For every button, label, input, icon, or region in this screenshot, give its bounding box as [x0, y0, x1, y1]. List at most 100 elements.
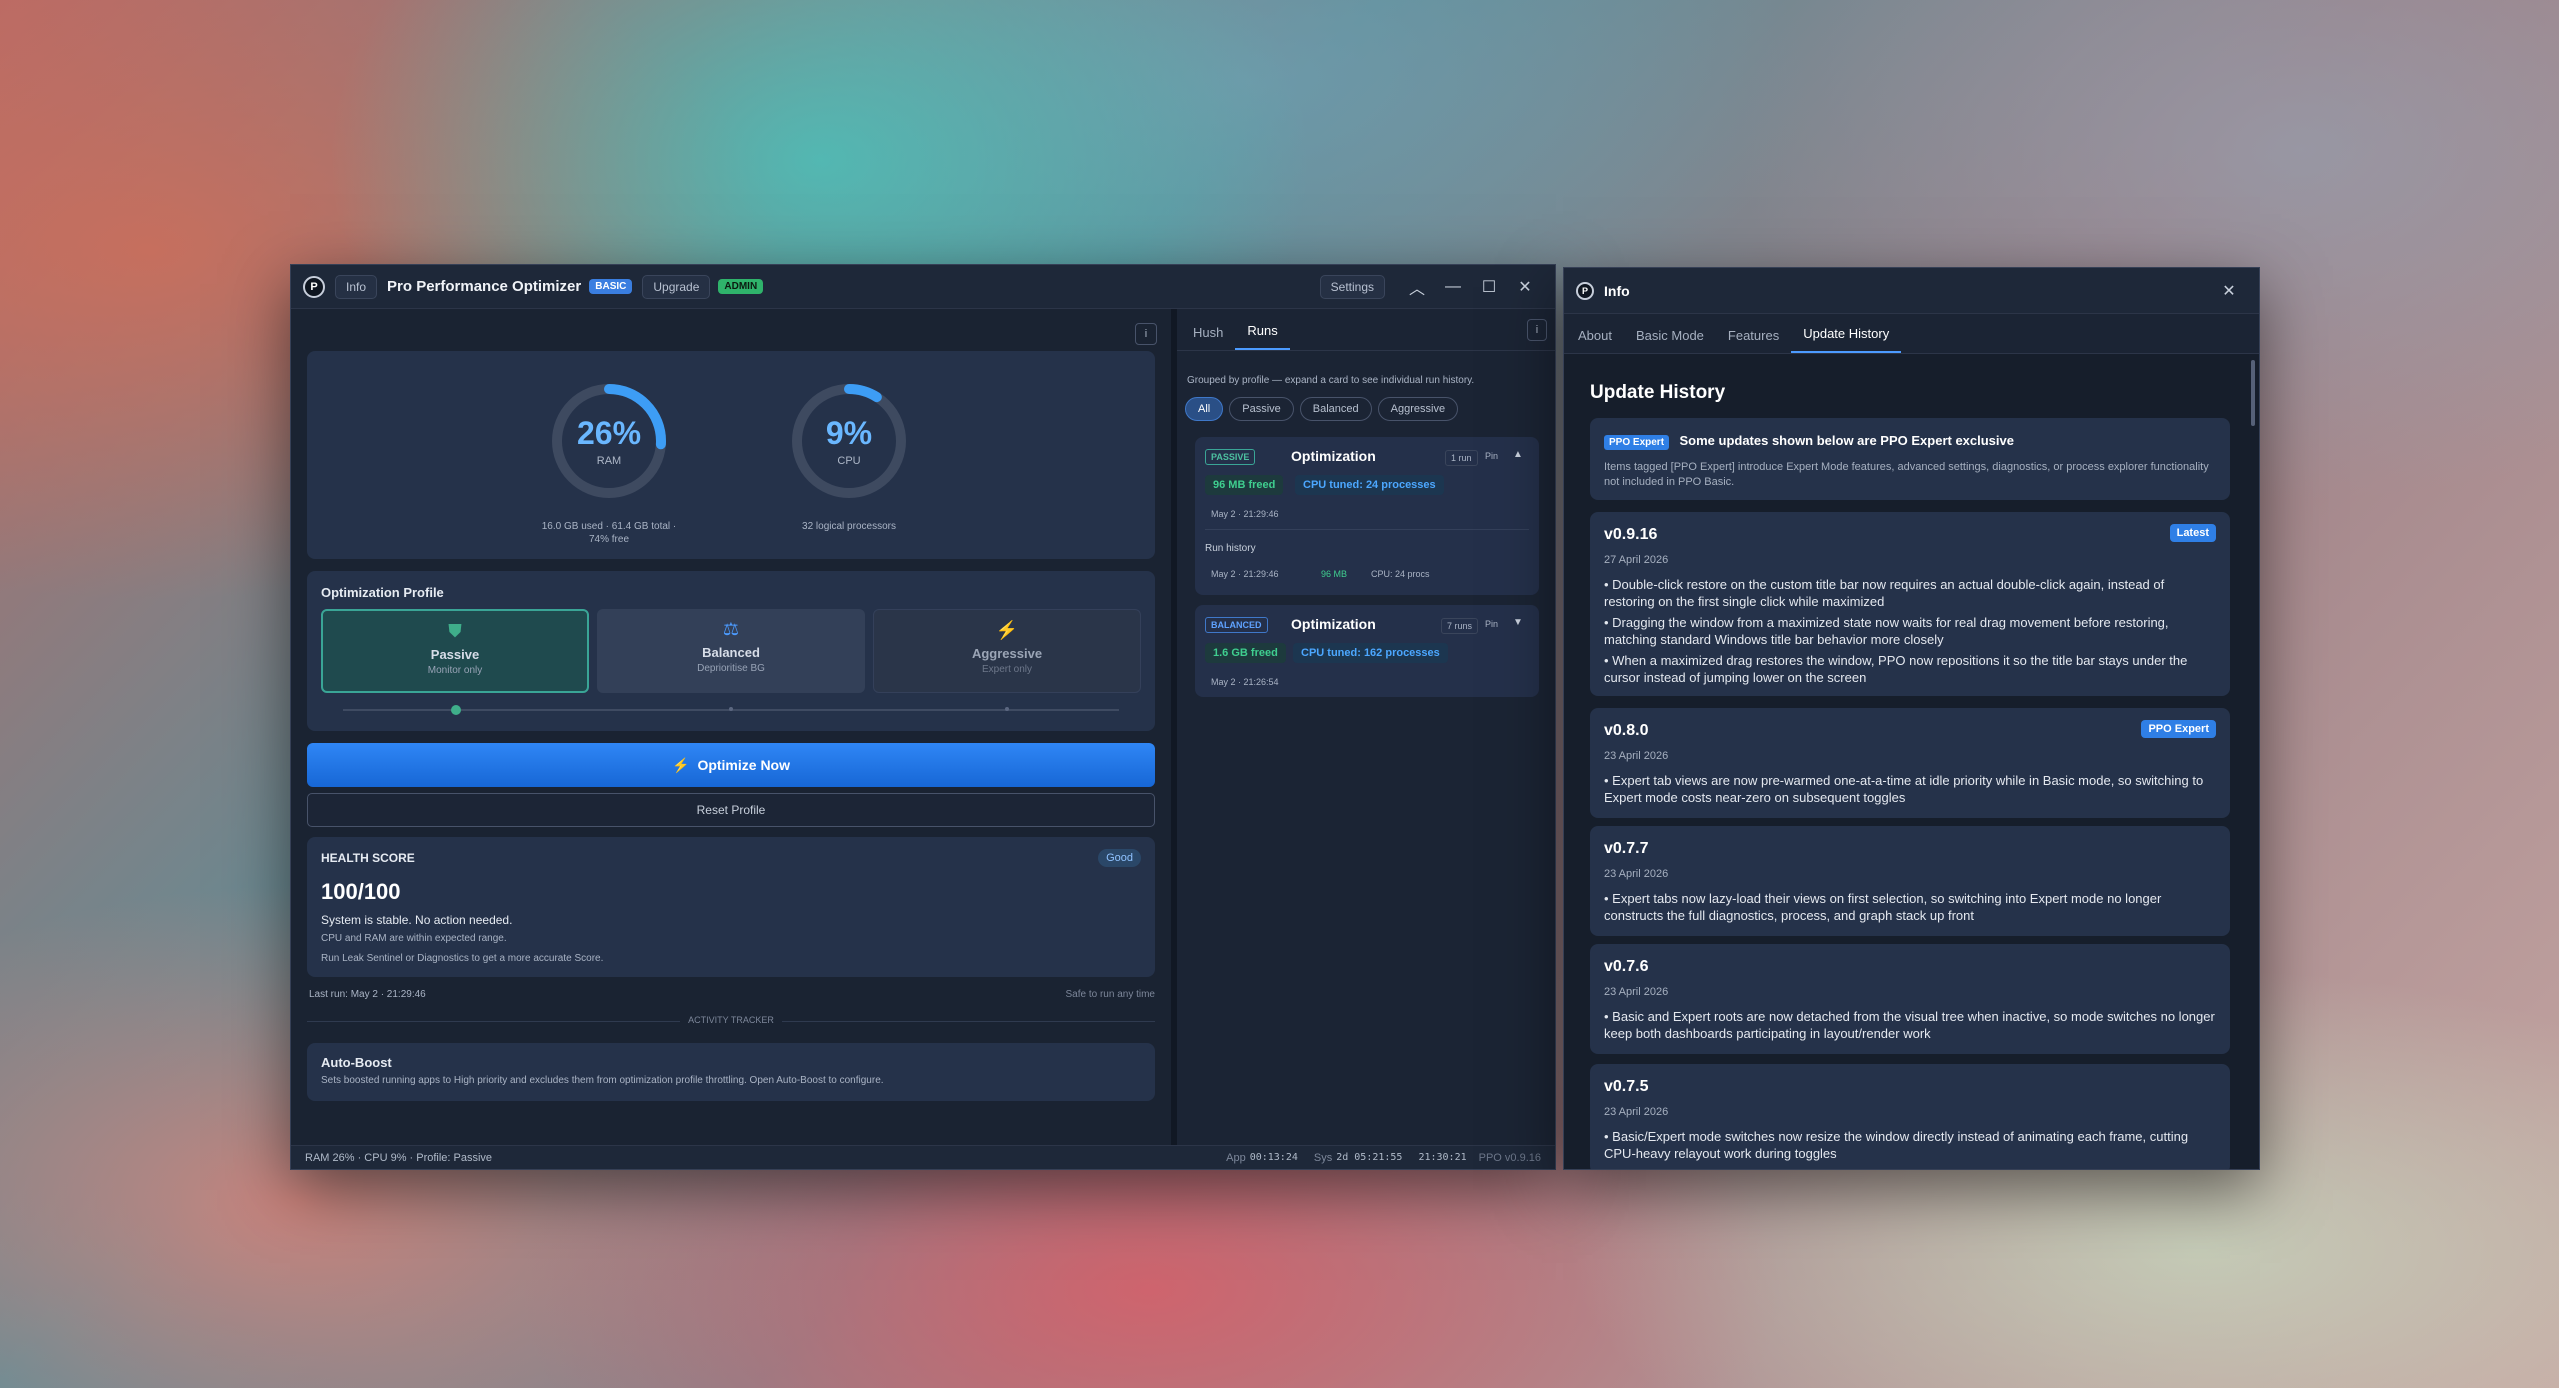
tab-basic-mode[interactable]: Basic Mode — [1624, 318, 1716, 353]
reset-profile-button[interactable]: Reset Profile — [307, 793, 1155, 827]
expert-badge: PPO Expert — [1604, 435, 1670, 450]
shield-icon: ⛊ — [448, 621, 462, 641]
ram-detail: 16.0 GB used · 61.4 GB total · — [541, 521, 677, 532]
main-titlebar[interactable]: P Info Pro Performance Optimizer BASIC U… — [291, 265, 1555, 309]
run-count: 7 runs — [1441, 618, 1479, 634]
minimize-icon[interactable]: — — [1435, 278, 1471, 296]
run-time: May 2 · 21:26:54 — [1211, 677, 1279, 687]
health-heading: HEALTH SCORE — [321, 851, 415, 865]
version-date: 23 April 2026 — [1604, 868, 1669, 880]
version-bullet: • Basic and Expert roots are now detache… — [1604, 1009, 2215, 1041]
notice-title: Some updates shown below are PPO Expert … — [1679, 433, 2014, 448]
info-window: P Info ✕ About Basic Mode Features Updat… — [1563, 267, 2260, 1170]
app-uptime: 00:13:24 — [1249, 1152, 1298, 1163]
notice-text: Items tagged [PPO Expert] introduce Expe… — [1604, 461, 2209, 488]
close-icon[interactable]: ✕ — [2211, 281, 2247, 301]
version-card: v0.7.7 23 April 2026 • Expert tabs now l… — [1590, 826, 2230, 936]
expert-badge: PPO Expert — [2141, 720, 2216, 738]
profile-card-balanced[interactable]: ⚖ Balanced Deprioritise BG — [597, 609, 865, 693]
profile-desc: Expert only — [981, 664, 1033, 675]
collapse-chevron-icon[interactable]: ▲ — [1513, 449, 1523, 460]
autoboost-title: Auto-Boost — [321, 1055, 392, 1070]
version-date: 27 April 2026 — [1604, 554, 1669, 566]
profile-name: Aggressive — [971, 646, 1043, 661]
optimize-button[interactable]: ⚡ Optimize Now — [307, 743, 1155, 787]
ram-value: 26% — [576, 415, 642, 451]
clock: 21:30:21 — [1418, 1152, 1467, 1163]
maximize-icon[interactable]: ☐ — [1471, 277, 1507, 297]
health-score: 100/100 — [321, 879, 401, 904]
latest-badge: Latest — [2169, 524, 2216, 542]
autoboost-desc: Sets boosted running apps to High priori… — [321, 1075, 884, 1086]
basic-badge: BASIC — [589, 279, 633, 294]
version-number: v0.9.16 — [1604, 526, 1658, 543]
version-bullet: • Double-click restore on the custom tit… — [1604, 577, 2165, 609]
filter-aggressive[interactable]: Aggressive — [1377, 397, 1459, 421]
history-time: May 2 · 21:29:46 — [1211, 569, 1279, 579]
close-icon[interactable]: ✕ — [1507, 277, 1543, 297]
scrollbar[interactable] — [2251, 360, 2255, 426]
cpu-detail: 32 logical processors — [802, 521, 896, 532]
tab-features[interactable]: Features — [1716, 318, 1791, 353]
version-date: 23 April 2026 — [1604, 1106, 1669, 1118]
version-card: v0.9.16 Latest 27 April 2026 • Double-cl… — [1590, 512, 2230, 696]
filter-balanced[interactable]: Balanced — [1299, 397, 1372, 421]
filter-passive[interactable]: Passive — [1229, 397, 1294, 421]
run-group-balanced[interactable]: BALANCED Optimization 7 runs Pin ▼ 1.6 G… — [1195, 605, 1539, 697]
tuned-pill: CPU tuned: 24 processes — [1295, 475, 1444, 495]
profile-slider-thumb[interactable] — [451, 705, 461, 715]
profile-tag: BALANCED — [1205, 617, 1268, 633]
health-status: System is stable. No action needed. — [321, 913, 513, 927]
run-group-passive[interactable]: PASSIVE Optimization 1 run Pin ▲ 96 MB f… — [1195, 437, 1539, 595]
settings-button[interactable]: Settings — [1319, 274, 1385, 299]
filter-all[interactable]: All — [1185, 397, 1224, 421]
tab-hush[interactable]: Hush — [1181, 315, 1235, 350]
version-number: v0.7.6 — [1604, 958, 1649, 975]
ram-free: 74% free — [588, 534, 630, 545]
tuned-pill: CPU tuned: 162 processes — [1293, 643, 1448, 663]
expert-notice: PPO Expert Some updates shown below are … — [1590, 418, 2230, 500]
cpu-value: 9% — [825, 415, 873, 451]
version-bullet: • Basic/Expert mode switches now resize … — [1604, 1129, 2189, 1161]
version-bullet: • Dragging the window from a maximized s… — [1604, 615, 2169, 647]
tab-update-history[interactable]: Update History — [1791, 316, 1902, 353]
update-history-heading: Update History — [1590, 382, 1726, 403]
runs-hint: Grouped by profile — expand a card to se… — [1187, 375, 1475, 386]
info-titlebar[interactable]: P Info ✕ — [1564, 268, 2259, 314]
health-line1: CPU and RAM are within expected range. — [321, 933, 507, 944]
history-cpu: CPU: 24 procs — [1371, 569, 1430, 579]
version-bullet: • Expert tab views are now pre-warmed on… — [1604, 773, 2204, 805]
version-card: v0.7.6 23 April 2026 • Basic and Expert … — [1590, 944, 2230, 1054]
info-button[interactable]: Info — [335, 274, 378, 299]
autoboost-panel[interactable]: Auto-Boost Sets boosted running apps to … — [307, 1043, 1155, 1101]
upgrade-button[interactable]: Upgrade — [642, 274, 711, 299]
app-uptime-label: App — [1226, 1151, 1246, 1164]
version-card: v0.8.0 PPO Expert 23 April 2026 • Expert… — [1590, 708, 2230, 818]
expand-chevron-icon[interactable]: ▼ — [1513, 617, 1523, 628]
panel-info-icon[interactable]: i — [1135, 323, 1157, 345]
pin-button[interactable]: Pin — [1485, 451, 1498, 461]
profile-heading: Optimization Profile — [321, 585, 444, 600]
optimize-label: Optimize Now — [697, 757, 790, 773]
profile-desc: Deprioritise BG — [697, 663, 765, 674]
run-time: May 2 · 21:29:46 — [1211, 509, 1279, 519]
collapse-icon[interactable]: ︿ — [1399, 275, 1435, 299]
runs-info-icon[interactable]: i — [1527, 319, 1547, 341]
health-panel: HEALTH SCORE Good 100/100 System is stab… — [307, 837, 1155, 977]
tab-about[interactable]: About — [1566, 318, 1624, 353]
info-tabs: About Basic Mode Features Update History — [1564, 314, 2259, 354]
tab-runs[interactable]: Runs — [1235, 313, 1290, 350]
status-summary: RAM 26% · CPU 9% · Profile: Passive — [305, 1151, 493, 1164]
group-title: Optimization — [1291, 448, 1376, 464]
profile-card-passive[interactable]: ⛊ Passive Monitor only — [321, 609, 589, 693]
app-title: Pro Performance Optimizer — [387, 278, 582, 295]
profile-card-aggressive[interactable]: ⚡ Aggressive Expert only — [873, 609, 1141, 693]
version-date: 23 April 2026 — [1604, 986, 1669, 998]
profile-name: Balanced — [702, 645, 760, 660]
pin-button[interactable]: Pin — [1485, 619, 1498, 629]
version-card: v0.7.5 23 April 2026 • Basic/Expert mode… — [1590, 1064, 2230, 1169]
runs-filters: All Passive Balanced Aggressive — [1185, 397, 1464, 421]
dashboard: i 26% RAM 16.0 GB used · 61.4 GB total ·… — [291, 309, 1171, 1147]
app-logo: P — [1576, 281, 1594, 300]
profile-tag: PASSIVE — [1205, 449, 1256, 465]
